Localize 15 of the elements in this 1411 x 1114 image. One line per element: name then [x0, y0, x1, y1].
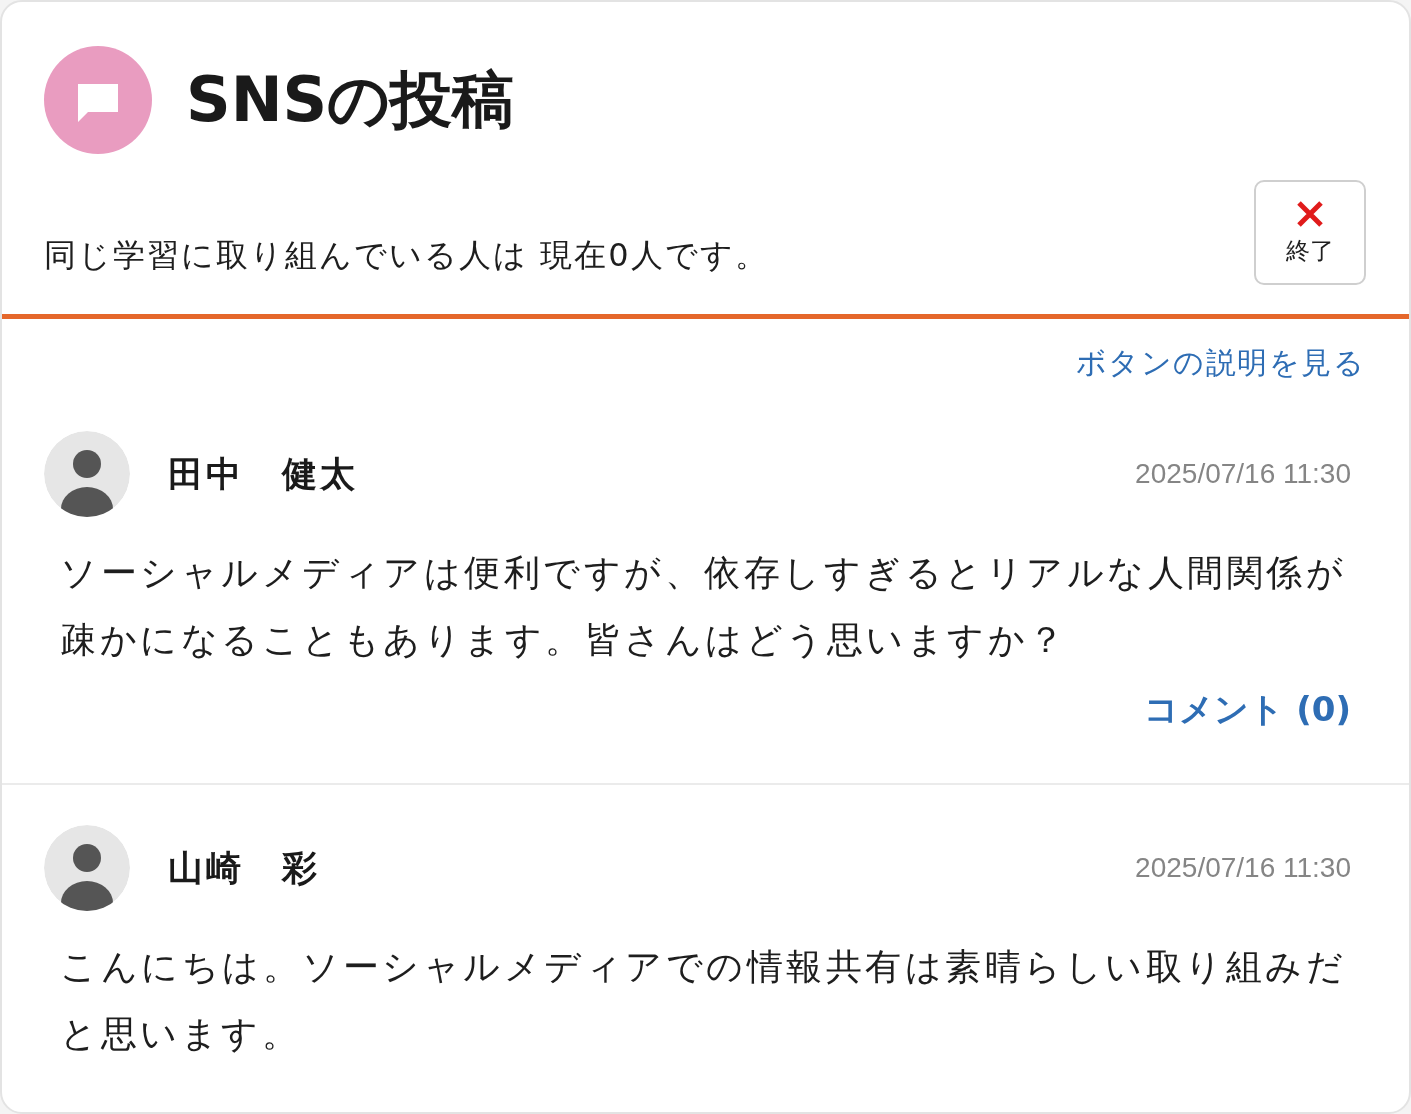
post-text: こんにちは。ソーシャルメディアでの情報共有は素晴らしい取り組みだと思います。 [60, 945, 1347, 1056]
author-name: 山崎 彩 [168, 846, 320, 890]
chat-bubble-icon [44, 46, 152, 154]
help-link[interactable]: ボタンの説明を見る [1075, 343, 1365, 383]
page-title: SNSの投稿 [186, 62, 515, 138]
avatar-icon [44, 431, 130, 517]
post-timestamp: 2025/07/16 11:30 [1135, 852, 1351, 884]
post-text: ソーシャルメディアは便利ですが、依存しすぎるとリアルな人間関係が疎かになることもあります。皆さんはどう思いますか？ [60, 551, 1347, 662]
author-name: 田中 健太 [168, 452, 358, 496]
close-icon [1296, 199, 1324, 228]
comment-link[interactable]: コメント (0) [1144, 687, 1351, 731]
post-timestamp: 2025/07/16 11:30 [1135, 458, 1351, 490]
avatar-icon [44, 825, 130, 911]
end-button[interactable]: 終了 [1254, 180, 1366, 285]
participant-count-text: 同じ学習に取り組んでいる人は 現在0人です。 [44, 235, 769, 276]
